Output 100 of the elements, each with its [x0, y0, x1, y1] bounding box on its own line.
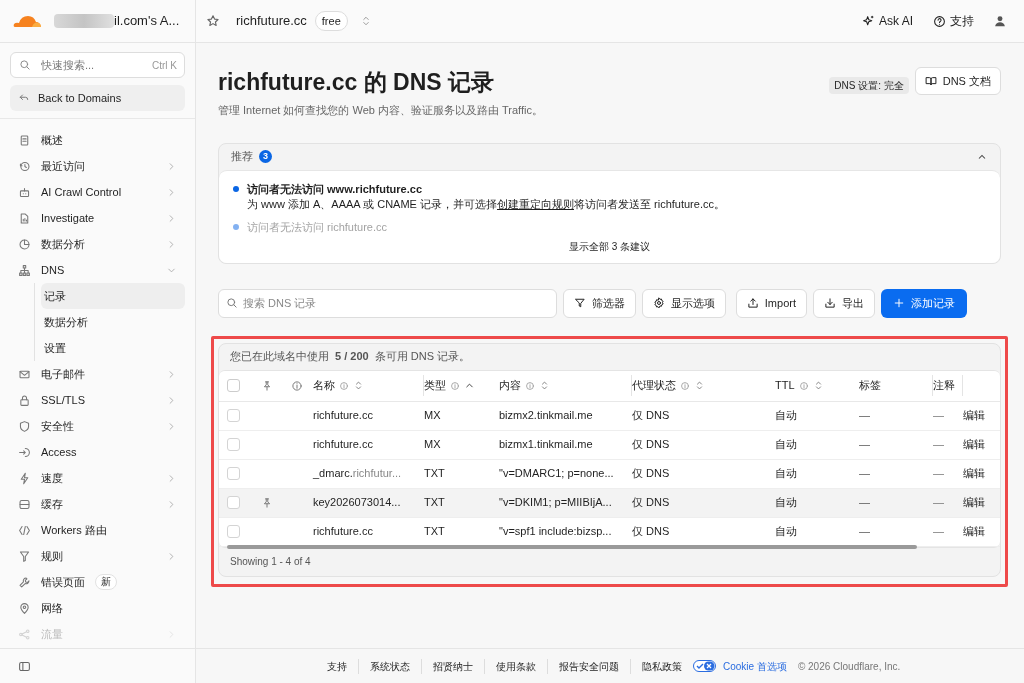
footer-link[interactable]: 隐私政策 [631, 658, 693, 674]
row-checkbox[interactable] [227, 467, 240, 480]
funnel-icon [18, 549, 31, 563]
clock-icon [18, 159, 31, 173]
show-all-link[interactable]: 显示全部 3 条建议 [568, 238, 651, 254]
sidebar-toggle-icon[interactable] [18, 659, 31, 673]
table-cell-text: 自动 [775, 408, 798, 424]
pin-icon [261, 379, 273, 392]
table-cell-text: MX [424, 437, 442, 453]
account-name[interactable]: il.com's A... [114, 11, 180, 31]
sidebar-item[interactable]: 电子邮件 [10, 361, 185, 387]
info-icon [450, 380, 460, 391]
table-row[interactable]: richfuture.cc MX bizmx2.tinkmail.me 仅 DNS 自动 — — 编辑 [219, 401, 1000, 431]
horizontal-scrollbar[interactable] [227, 544, 917, 549]
sidebar-item[interactable]: 数据分析 [10, 231, 185, 257]
table-row[interactable]: _dmarc.richfutur... TXT "v=DMARC1; p=none... 仅 DNS 自动 — — 编辑 [219, 459, 1000, 489]
recommendation-title: 访问者无法访问 www.richfuture.cc [247, 181, 423, 197]
table-cell-text: key2026073014... [313, 495, 402, 511]
ask-ai-button[interactable]: Ask AI [862, 12, 913, 30]
wrench-icon [18, 575, 31, 589]
footer-link[interactable]: 报告安全问题 [548, 658, 631, 674]
table-cell-text: 自动 [775, 524, 798, 540]
row-checkbox[interactable] [227, 525, 240, 538]
pagination-text: Showing 1 - 4 of 4 [230, 555, 311, 569]
row-checkbox[interactable] [227, 409, 240, 422]
edit-link[interactable]: 编辑 [963, 523, 992, 540]
shortcut-hint: Ctrl K [152, 59, 177, 73]
sidebar-item[interactable]: 概述 [10, 127, 185, 153]
sidebar-item[interactable]: Investigate [10, 205, 185, 231]
column-header[interactable]: 名称 [313, 377, 335, 394]
support-button[interactable]: 支持 [933, 12, 974, 30]
map-pin-icon [18, 601, 31, 615]
route-icon [18, 523, 31, 537]
storage-icon [18, 497, 31, 511]
sidebar-item[interactable]: 安全性 [10, 413, 185, 439]
book-icon [924, 75, 937, 87]
zone-name[interactable]: richfuture.cc [236, 11, 307, 31]
row-checkbox[interactable] [227, 438, 240, 451]
count-badge: 3 [259, 150, 272, 163]
sidebar-subitem[interactable]: 设置 [41, 335, 185, 361]
sidebar-item[interactable]: 最近访问 [10, 153, 185, 179]
page-subtitle: 管理 Internet 如何查找您的 Web 内容、验证服务以及路由 Traffic。 [218, 103, 544, 118]
user-icon[interactable] [994, 15, 1006, 27]
sidebar-item[interactable]: 规则 [10, 543, 185, 569]
table-cell-text: "v=DKIM1; p=MIIBIjA... [499, 495, 613, 511]
back-button[interactable]: Back to Domains [10, 85, 185, 111]
table-row[interactable]: richfuture.cc MX bizmx1.tinkmail.me 仅 DNS 自动 — — 编辑 [219, 430, 1000, 460]
footer-link[interactable]: 系统状态 [359, 658, 422, 674]
page-title: richfuture.cc 的 DNS 记录 [218, 68, 496, 97]
sidebar-item[interactable]: DNS [10, 257, 185, 283]
shield-icon [18, 419, 31, 433]
sidebar-item[interactable]: AI Crawl Control [10, 179, 185, 205]
new-badge: 新 [95, 574, 117, 590]
plus-icon [893, 297, 905, 309]
table-cell-text: richfuture.cc [313, 437, 374, 453]
column-header[interactable]: 代理状态 [632, 377, 676, 394]
search-icon [226, 296, 238, 309]
import-button[interactable]: Import [735, 288, 807, 318]
usage-text: 您已在此域名中使用 5 / 200 条可用 DNS 记录。 [229, 349, 472, 365]
table-cell-text: bizmx2.tinkmail.me [499, 408, 594, 424]
edit-link[interactable]: 编辑 [963, 494, 992, 511]
footer-link[interactable]: 支持 [316, 658, 359, 674]
edit-link[interactable]: 编辑 [963, 436, 992, 453]
help-icon [933, 14, 946, 28]
sidebar-item[interactable]: 错误页面 新 [10, 569, 185, 595]
column-header[interactable]: TTL [775, 377, 795, 394]
sidebar-subitem[interactable]: 数据分析 [41, 309, 185, 335]
sidebar-item[interactable]: 速度 [10, 465, 185, 491]
file-chart-icon [18, 211, 31, 225]
sidebar-item[interactable]: Workers 路由 [10, 517, 185, 543]
sidebar-item[interactable]: 缓存 [10, 491, 185, 517]
sidebar-subitem[interactable]: 记录 [41, 283, 185, 309]
sidebar-item[interactable]: Access [10, 439, 185, 465]
cookie-link[interactable]: Cookie 首选项 [723, 658, 787, 674]
edit-link[interactable]: 编辑 [963, 407, 992, 424]
cloud-logo[interactable] [12, 14, 42, 28]
footer-link[interactable]: 招贤纳士 [422, 658, 485, 674]
sidebar-item[interactable]: 网络 [10, 595, 185, 621]
column-header[interactable]: 内容 [499, 377, 521, 394]
filter-button[interactable]: 筛选器 [562, 288, 636, 318]
table-cell-text: "v=spf1 include:bizsp... [499, 524, 613, 540]
table-row[interactable]: key2026073014... TXT "v=DKIM1; p=MIIBIjA... 仅 DNS 自动 — — 编辑 [219, 488, 1000, 518]
column-header[interactable]: 类型 [424, 377, 446, 394]
setup-badge: DNS 设置: 完全 [829, 77, 909, 94]
sidebar-item[interactable]: SSL/TLS [10, 387, 185, 413]
recommendation-text: 为 www 添加 A、AAAA 或 CNAME 记录，并可选择创建重定向规则将访问者发送至 richfuture.cc。 [247, 196, 725, 212]
select-all-checkbox[interactable] [227, 379, 240, 392]
dns-search-field[interactable]: 搜索 DNS 记录 [218, 288, 557, 318]
table-cell-text: richfuture.cc [313, 524, 374, 540]
edit-link[interactable]: 编辑 [963, 465, 992, 482]
add-record-button[interactable]: 添加记录 [881, 288, 967, 318]
table-cell-text: 仅 DNS [632, 408, 671, 424]
export-button[interactable]: 导出 [813, 288, 875, 318]
redirect-rule-link[interactable]: 创建重定向规则 [497, 197, 574, 210]
row-checkbox[interactable] [227, 496, 240, 509]
footer-link[interactable]: 使用条款 [485, 658, 548, 674]
display-options-button[interactable]: 显示选项 [641, 288, 726, 318]
table-cell-text: TXT [424, 466, 446, 482]
robot-icon [18, 185, 31, 199]
docs-button[interactable]: DNS 文档 [914, 67, 1001, 95]
